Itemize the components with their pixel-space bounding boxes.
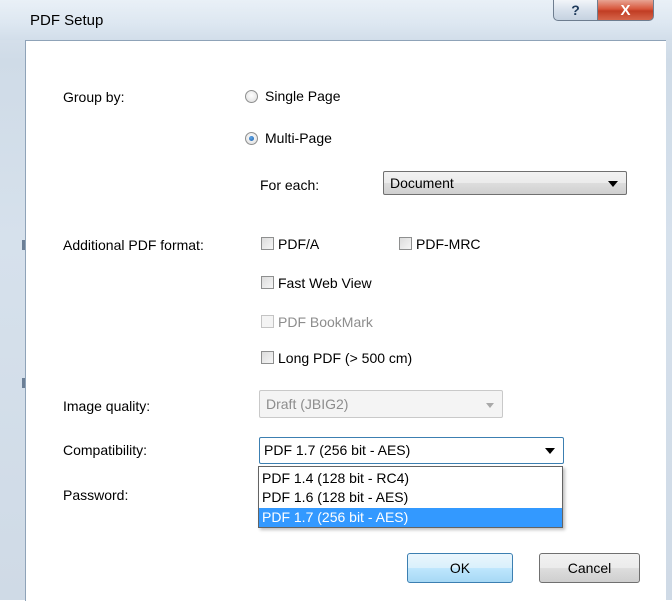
close-button[interactable]: X	[597, 0, 654, 21]
pdf-setup-dialog: PDF Setup ? X Group by: Single Page Mult…	[0, 0, 672, 601]
radio-button-icon[interactable]	[245, 90, 258, 103]
for-each-label: For each:	[260, 177, 320, 193]
pdfa-label[interactable]: PDF/A	[278, 236, 319, 252]
close-icon: X	[620, 1, 631, 19]
checkbox-icon[interactable]	[261, 351, 274, 364]
compatibility-label: Compatibility:	[63, 442, 148, 458]
for-each-dropdown[interactable]: Document	[383, 171, 627, 195]
compatibility-dropdown[interactable]: PDF 1.7 (256 bit - AES)	[259, 437, 564, 464]
checkbox-icon[interactable]	[399, 237, 412, 250]
dropdown-option-selected[interactable]: PDF 1.7 (256 bit - AES)	[259, 508, 562, 527]
compatibility-value: PDF 1.7 (256 bit - AES)	[264, 442, 411, 458]
image-quality-value: Draft (JBIG2)	[266, 396, 349, 412]
fast-web-view-label[interactable]: Fast Web View	[278, 275, 372, 291]
single-page-label[interactable]: Single Page	[265, 88, 341, 104]
password-label: Password:	[63, 487, 129, 503]
checkbox-disabled-icon	[261, 315, 274, 328]
cancel-button[interactable]: Cancel	[539, 553, 640, 583]
pdf-bookmark-label: PDF BookMark	[278, 314, 373, 330]
title-bar[interactable]: PDF Setup ? X	[0, 0, 672, 40]
ok-button[interactable]: OK	[407, 553, 513, 583]
help-button[interactable]: ?	[553, 0, 598, 21]
chevron-down-icon	[486, 403, 494, 408]
additional-format-label: Additional PDF format:	[63, 237, 204, 253]
chevron-down-icon	[545, 448, 555, 454]
image-quality-dropdown: Draft (JBIG2)	[259, 390, 503, 418]
dropdown-option[interactable]: PDF 1.6 (128 bit - AES)	[259, 488, 562, 507]
group-by-label: Group by:	[63, 89, 125, 105]
dropdown-option[interactable]: PDF 1.4 (128 bit - RC4)	[259, 469, 562, 488]
pdf-mrc-label[interactable]: PDF-MRC	[416, 236, 481, 252]
help-icon: ?	[571, 2, 580, 18]
window-title: PDF Setup	[30, 12, 104, 29]
chevron-down-icon	[608, 181, 618, 187]
long-pdf-label[interactable]: Long PDF (> 500 cm)	[278, 350, 412, 366]
checkbox-icon[interactable]	[261, 276, 274, 289]
for-each-value: Document	[390, 175, 454, 191]
radio-selected-icon[interactable]	[245, 132, 258, 145]
checkbox-icon[interactable]	[261, 237, 274, 250]
multi-page-label[interactable]: Multi-Page	[265, 130, 332, 146]
compatibility-dropdown-list[interactable]: PDF 1.4 (128 bit - RC4) PDF 1.6 (128 bit…	[258, 466, 563, 528]
image-quality-label: Image quality:	[63, 398, 151, 414]
